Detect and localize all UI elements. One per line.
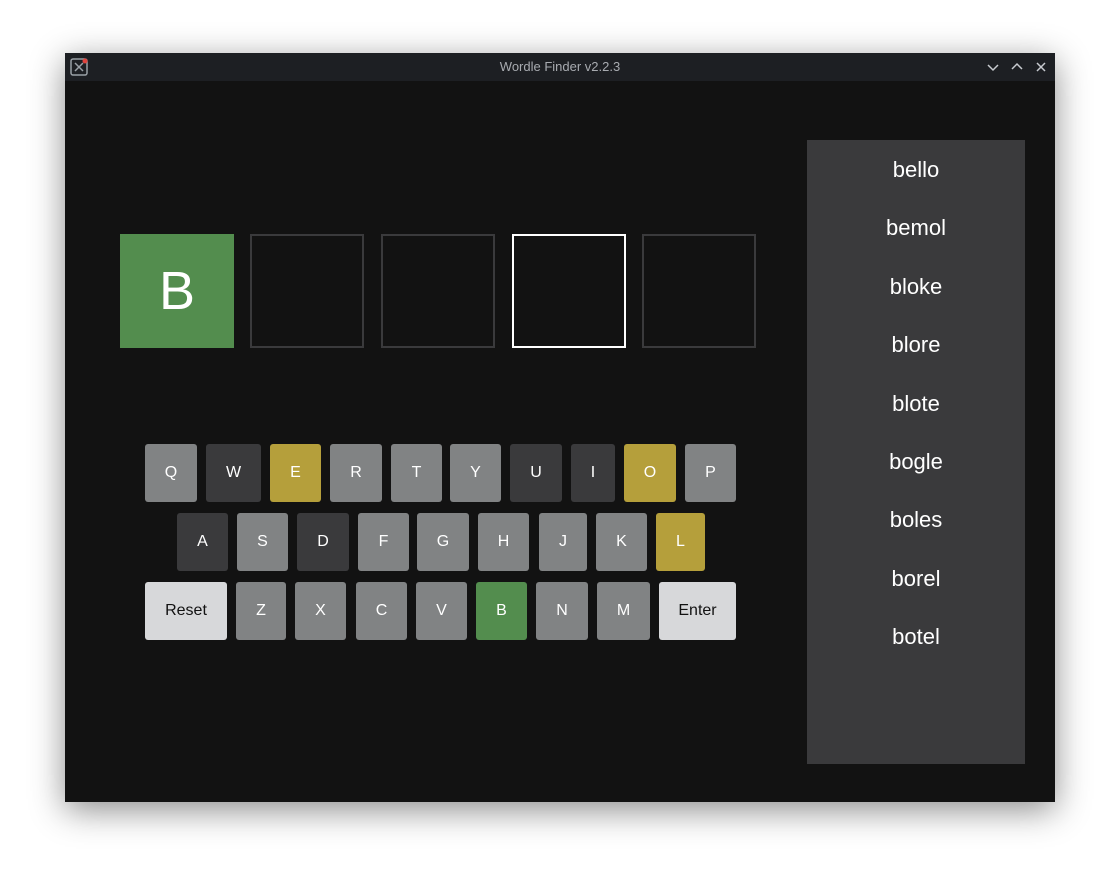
enter-button[interactable]: Enter [659, 582, 736, 640]
suggestion-item[interactable]: bogle [807, 447, 1025, 477]
letter-tile-5[interactable] [642, 234, 756, 348]
key-c[interactable]: C [356, 582, 407, 640]
key-a[interactable]: A [177, 513, 228, 571]
key-j[interactable]: J [539, 513, 587, 571]
window-title: Wordle Finder v2.2.3 [499, 59, 621, 74]
suggestion-item[interactable]: bloke [807, 272, 1025, 302]
letter-tile-3[interactable] [381, 234, 495, 348]
suggestions-panel: bello bemol bloke blore blote bogle boles borel… [807, 140, 1025, 764]
key-i[interactable]: I [571, 444, 615, 502]
minimize-icon[interactable] [985, 59, 1001, 75]
maximize-icon[interactable] [1009, 59, 1025, 75]
key-r[interactable]: R [330, 444, 382, 502]
app-window: Wordle Finder v2.2.3 B QWERTYUIOP ASDFGHJ… [65, 53, 1055, 802]
suggestion-item[interactable]: bemol [807, 213, 1025, 243]
letter-tile-1[interactable]: B [120, 234, 234, 348]
key-y[interactable]: Y [450, 444, 501, 502]
close-icon[interactable] [1033, 59, 1049, 75]
letter-tile-4[interactable] [512, 234, 626, 348]
key-l[interactable]: L [656, 513, 705, 571]
key-k[interactable]: K [596, 513, 647, 571]
letter-tile-2[interactable] [250, 234, 364, 348]
key-h[interactable]: H [478, 513, 529, 571]
key-v[interactable]: V [416, 582, 467, 640]
key-f[interactable]: F [358, 513, 409, 571]
key-z[interactable]: Z [236, 582, 286, 640]
key-m[interactable]: M [597, 582, 650, 640]
key-n[interactable]: N [536, 582, 588, 640]
key-q[interactable]: Q [145, 444, 197, 502]
key-u[interactable]: U [510, 444, 562, 502]
key-g[interactable]: G [417, 513, 469, 571]
key-o[interactable]: O [624, 444, 676, 502]
suggestion-item[interactable]: botel [807, 622, 1025, 652]
title-bar: Wordle Finder v2.2.3 [65, 53, 1055, 81]
key-t[interactable]: T [391, 444, 442, 502]
key-x[interactable]: X [295, 582, 346, 640]
suggestion-item[interactable]: blore [807, 330, 1025, 360]
suggestion-item[interactable]: boles [807, 505, 1025, 535]
key-w[interactable]: W [206, 444, 261, 502]
reset-button[interactable]: Reset [145, 582, 227, 640]
key-b[interactable]: B [476, 582, 527, 640]
suggestion-item[interactable]: bello [807, 155, 1025, 185]
suggestion-item[interactable]: borel [807, 564, 1025, 594]
key-d[interactable]: D [297, 513, 349, 571]
key-s[interactable]: S [237, 513, 288, 571]
suggestion-item[interactable]: blote [807, 389, 1025, 419]
key-e[interactable]: E [270, 444, 321, 502]
key-p[interactable]: P [685, 444, 736, 502]
